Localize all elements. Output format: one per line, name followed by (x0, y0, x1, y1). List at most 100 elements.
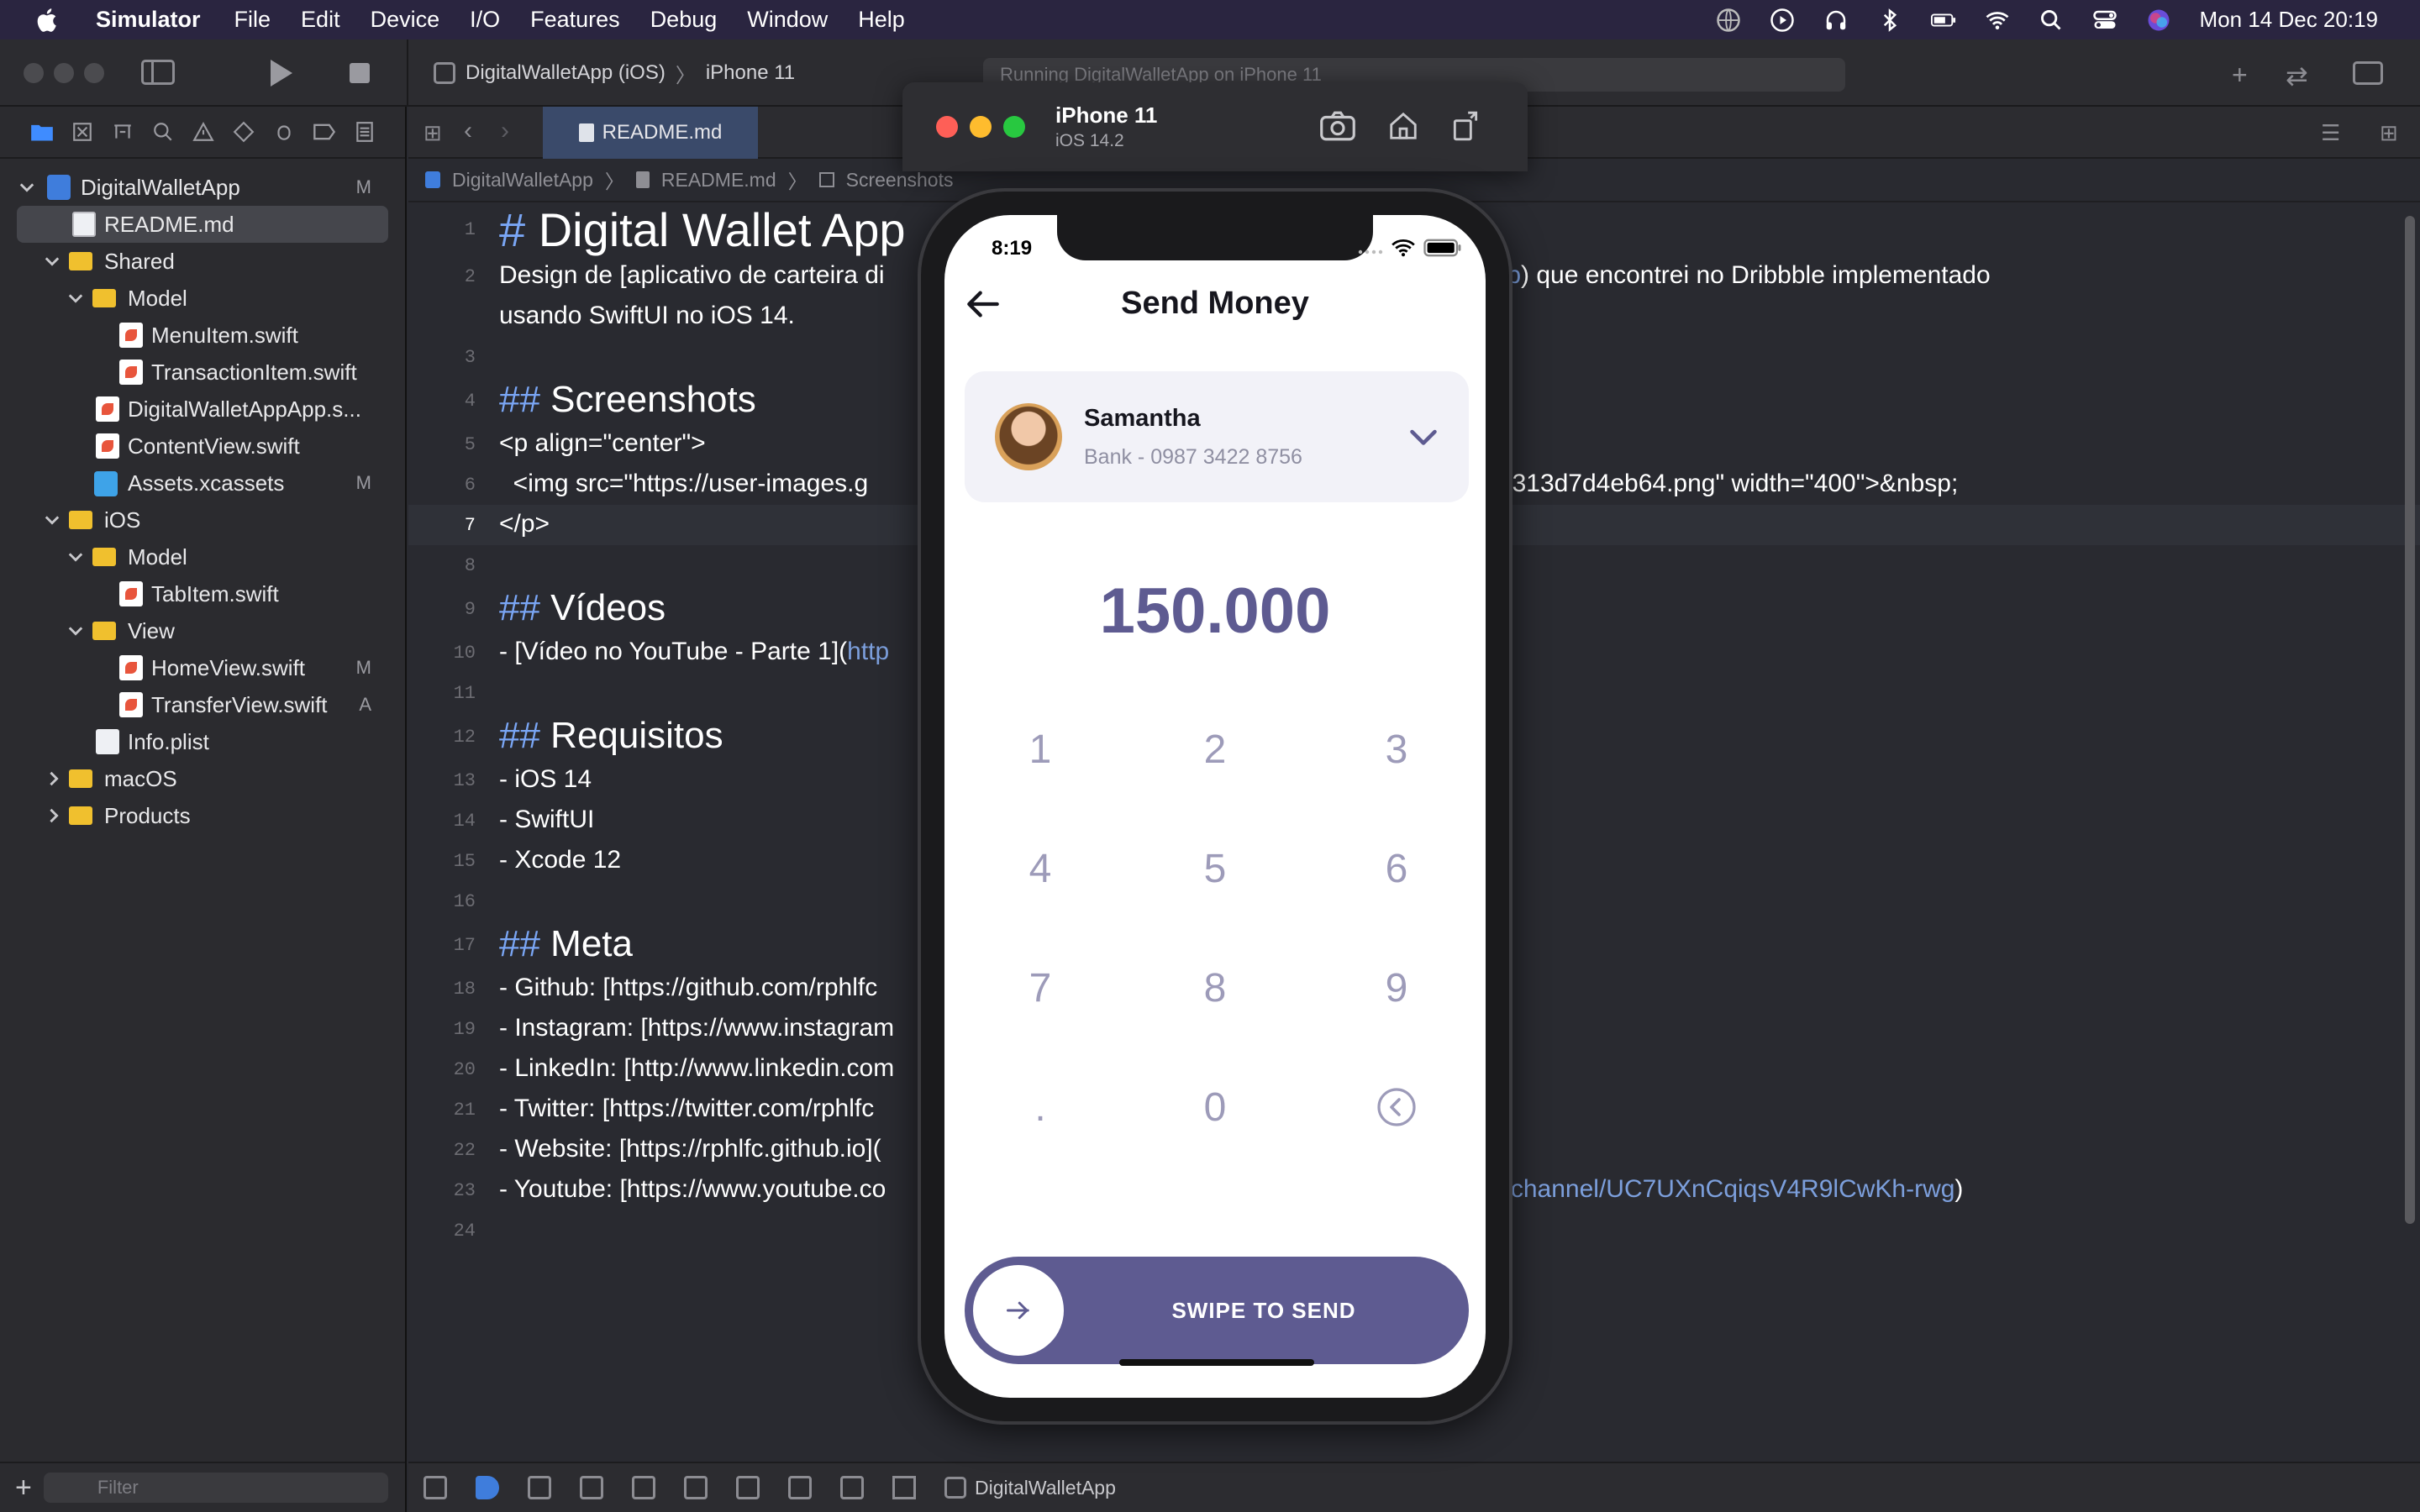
keypad-key-8[interactable]: 8 (1148, 946, 1282, 1030)
forward-nav-icon[interactable]: › (501, 117, 509, 145)
add-library-icon[interactable]: + (2232, 60, 2248, 91)
debug-target[interactable]: DigitalWalletApp (944, 1477, 1116, 1499)
menu-features[interactable]: Features (530, 7, 620, 33)
keypad-key-6[interactable]: 6 (1329, 827, 1464, 911)
back-nav-icon[interactable]: ‹ (464, 117, 472, 145)
editor-options-icon[interactable]: ☰ (2321, 120, 2340, 146)
window-close-button[interactable] (24, 63, 44, 83)
home-indicator[interactable] (1119, 1359, 1314, 1366)
pause-icon[interactable] (528, 1476, 551, 1499)
find-navigator-icon[interactable] (150, 118, 176, 145)
memory-graph-icon[interactable] (788, 1476, 812, 1499)
menu-debug[interactable]: Debug (650, 7, 718, 33)
screenshot-camera-icon[interactable] (1319, 108, 1356, 144)
chevron-down-icon[interactable] (67, 290, 84, 307)
keypad-key-decimal[interactable]: . (973, 1065, 1107, 1149)
report-navigator-icon[interactable] (351, 118, 378, 145)
tree-item-view[interactable]: View (0, 612, 405, 649)
menu-file[interactable]: File (234, 7, 271, 33)
chevron-down-icon[interactable] (1408, 423, 1439, 450)
tree-item-transactionitem[interactable]: TransactionItem.swift (0, 354, 405, 391)
home-icon[interactable] (1385, 108, 1422, 144)
debug-navigator-icon[interactable] (271, 118, 297, 145)
tab-readme[interactable]: README.md (543, 107, 758, 159)
jumpbar-project[interactable]: DigitalWalletApp (452, 169, 593, 192)
folder-navigator-icon[interactable] (29, 118, 55, 145)
test-navigator-icon[interactable] (230, 118, 257, 145)
keypad-key-1[interactable]: 1 (973, 707, 1107, 791)
menu-device[interactable]: Device (371, 7, 440, 33)
jumpbar-section[interactable]: Screenshots (846, 169, 954, 192)
keypad-key-0[interactable]: 0 (1148, 1065, 1282, 1149)
chevron-right-icon[interactable] (45, 770, 62, 787)
rotate-icon[interactable] (1447, 108, 1484, 144)
chevron-down-icon[interactable] (44, 512, 60, 528)
keypad-key-9[interactable]: 9 (1329, 946, 1464, 1030)
menu-app-name[interactable]: Simulator (96, 7, 201, 33)
tree-item-ios-model[interactable]: Model (0, 538, 405, 575)
related-items-icon[interactable]: ⊞ (424, 120, 442, 146)
swipe-to-send-slider[interactable]: SWIPE TO SEND (965, 1257, 1469, 1364)
chevron-right-icon[interactable] (45, 807, 62, 824)
wifi-icon[interactable] (1985, 8, 2010, 33)
inspector-toggle-icon[interactable] (2353, 61, 2383, 85)
backspace-icon[interactable] (1329, 1065, 1464, 1149)
control-center-icon[interactable] (2092, 8, 2118, 33)
stop-button[interactable] (350, 63, 370, 83)
tree-item-assets[interactable]: Assets.xcassets M (0, 465, 405, 501)
tree-item-homeview[interactable]: HomeView.swift M (0, 649, 405, 686)
headphones-icon[interactable] (1823, 8, 1849, 33)
apple-logo-icon[interactable] (34, 6, 62, 34)
play-circle-icon[interactable] (1770, 8, 1795, 33)
location-icon[interactable] (892, 1476, 916, 1499)
step-out-icon[interactable] (684, 1476, 708, 1499)
tree-item-appfile[interactable]: DigitalWalletAppApp.s... (0, 391, 405, 428)
tree-item-ios[interactable]: iOS (0, 501, 405, 538)
menu-window[interactable]: Window (747, 7, 828, 33)
recipient-selector[interactable]: Samantha Bank - 0987 3422 8756 (965, 371, 1469, 502)
tree-item-products[interactable]: Products (0, 797, 405, 834)
tree-item-tabitem[interactable]: TabItem.swift (0, 575, 405, 612)
sim-close-button[interactable] (936, 116, 958, 138)
sim-minimize-button[interactable] (970, 116, 992, 138)
source-control-navigator-icon[interactable] (69, 118, 96, 145)
chevron-down-icon[interactable] (67, 622, 84, 639)
step-over-icon[interactable] (580, 1476, 603, 1499)
tree-item-contentview[interactable]: ContentView.swift (0, 428, 405, 465)
globe-icon[interactable] (1716, 8, 1741, 33)
run-button[interactable] (271, 60, 292, 87)
split-editor-icon[interactable]: ⊞ (2380, 120, 2398, 146)
view-hierarchy-icon[interactable] (736, 1476, 760, 1499)
tree-item-digitalwalletapp[interactable]: DigitalWalletApp M (0, 169, 405, 206)
tree-item-shared-model[interactable]: Model (0, 280, 405, 317)
tree-item-macos[interactable]: macOS (0, 760, 405, 797)
sim-zoom-button[interactable] (1003, 116, 1025, 138)
search-icon[interactable] (2039, 8, 2064, 33)
window-minimize-button[interactable] (54, 63, 74, 83)
bluetooth-icon[interactable] (1877, 8, 1902, 33)
keypad-key-2[interactable]: 2 (1148, 707, 1282, 791)
step-into-icon[interactable] (632, 1476, 655, 1499)
breakpoint-navigator-icon[interactable] (311, 118, 338, 145)
keypad-key-5[interactable]: 5 (1148, 827, 1282, 911)
tree-item-menuitem[interactable]: MenuItem.swift (0, 317, 405, 354)
tree-item-shared[interactable]: Shared (0, 243, 405, 280)
menubar-clock[interactable]: Mon 14 Dec 20:19 (2200, 7, 2378, 33)
menu-io[interactable]: I/O (470, 7, 500, 33)
jumpbar-file[interactable]: README.md (661, 169, 776, 192)
environment-overrides-icon[interactable] (840, 1476, 864, 1499)
scheme-selector[interactable]: DigitalWalletApp (iOS) 〉 iPhone 11 (434, 58, 795, 88)
keypad-key-3[interactable]: 3 (1329, 707, 1464, 791)
siri-icon[interactable] (2146, 8, 2171, 33)
chevron-down-icon[interactable] (67, 549, 84, 565)
menu-help[interactable]: Help (858, 7, 905, 33)
tree-item-readme[interactable]: README.md (17, 206, 388, 243)
chevron-down-icon[interactable] (44, 253, 60, 270)
menu-edit[interactable]: Edit (301, 7, 340, 33)
destination-name[interactable]: iPhone 11 (706, 61, 795, 85)
sidebar-toggle-icon[interactable] (141, 60, 175, 85)
window-zoom-button[interactable] (84, 63, 104, 83)
add-file-button[interactable]: + (15, 1472, 32, 1504)
chevron-down-icon[interactable] (18, 179, 35, 196)
keypad-key-4[interactable]: 4 (973, 827, 1107, 911)
